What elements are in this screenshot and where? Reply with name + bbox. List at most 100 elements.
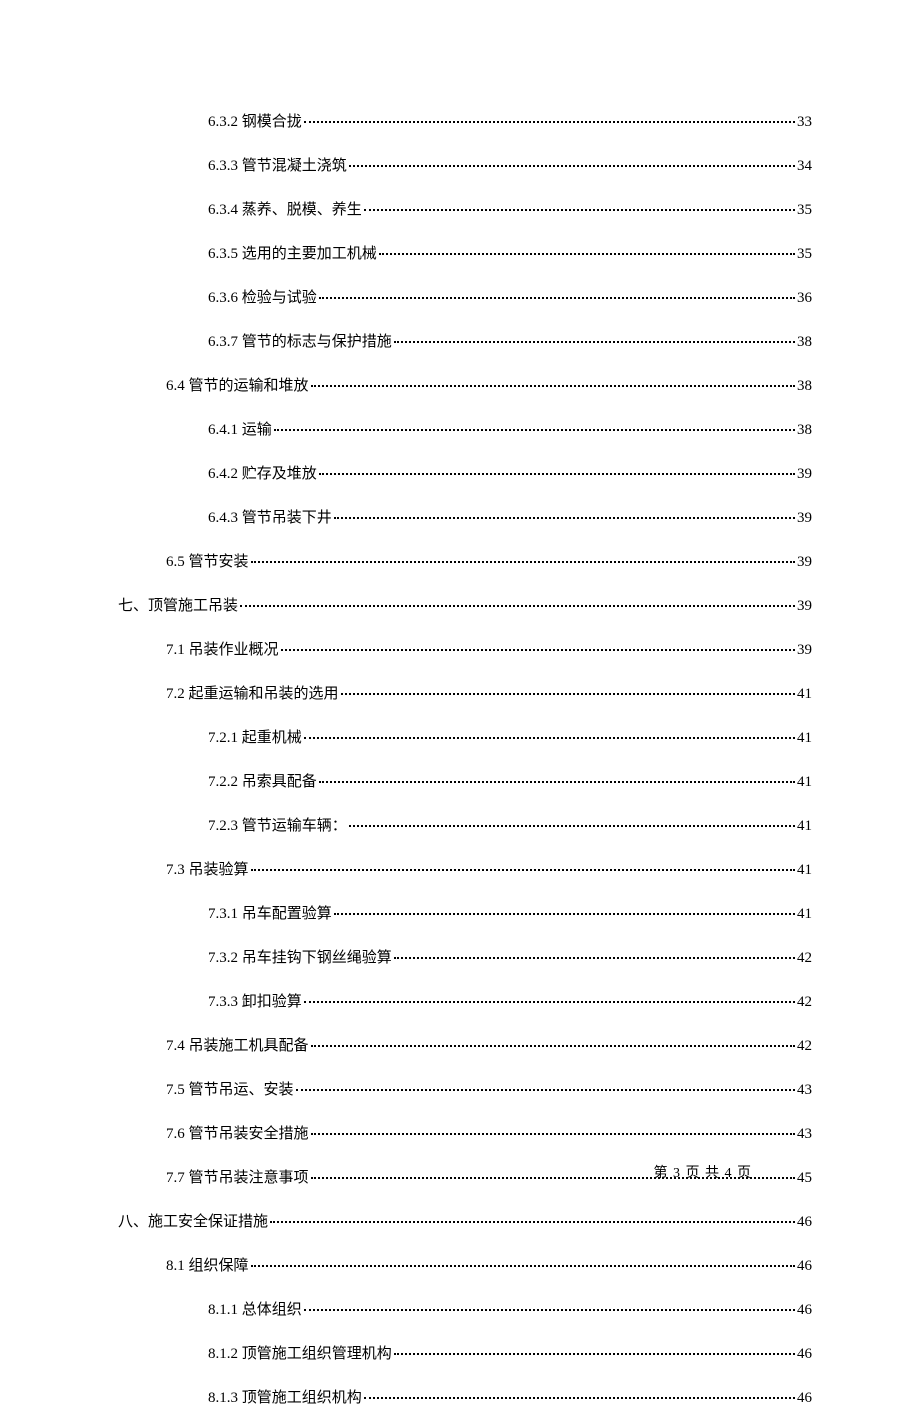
toc-entry: 6.3.4 蒸养、脱模、养生35 <box>118 198 812 219</box>
toc-entry: 八、施工安全保证措施 46 <box>118 1210 812 1231</box>
toc-page-number: 46 <box>797 1346 812 1363</box>
page-footer: 第 3 页 共 4 页 <box>654 1162 753 1182</box>
toc-page-number: 46 <box>797 1214 812 1231</box>
toc-page-number: 41 <box>797 686 812 703</box>
toc-label: 8.1.1 总体组织 <box>208 1298 302 1319</box>
toc-label: 6.3.6 检验与试验 <box>208 286 317 307</box>
toc-page-number: 46 <box>797 1390 812 1407</box>
toc-label: 6.4.2 贮存及堆放 <box>208 462 317 483</box>
toc-dots <box>251 1265 795 1267</box>
toc-entry: 6.4 管节的运输和堆放38 <box>118 374 812 395</box>
toc-entry: 8.1 组织保障 46 <box>118 1254 812 1275</box>
toc-page-number: 45 <box>797 1170 812 1187</box>
toc-entry: 6.3.3 管节混凝土浇筑 34 <box>118 154 812 175</box>
toc-dots <box>394 957 795 959</box>
toc-label: 七、顶管施工吊装 <box>118 594 238 615</box>
toc-dots <box>311 1045 795 1047</box>
toc-label: 6.3.3 管节混凝土浇筑 <box>208 154 347 175</box>
toc-container: 6.3.2 钢模合拢 33 6.3.3 管节混凝土浇筑 34 6.3.4 蒸养、脱模、养… <box>0 0 920 1407</box>
toc-dots <box>349 825 795 827</box>
toc-page-number: 39 <box>797 510 812 527</box>
toc-dots <box>334 517 795 519</box>
toc-dots <box>334 913 795 915</box>
toc-entry: 8.1.1 总体组织 46 <box>118 1298 812 1319</box>
toc-page-number: 34 <box>797 158 812 175</box>
toc-page-number: 42 <box>797 1038 812 1055</box>
toc-page-number: 41 <box>797 906 812 923</box>
toc-entry: 6.3.6 检验与试验 36 <box>118 286 812 307</box>
toc-page-number: 39 <box>797 598 812 615</box>
toc-label: 7.4 吊装施工机具配备 <box>166 1034 309 1055</box>
toc-label: 6.5 管节安装 <box>166 550 249 571</box>
toc-entry: 7.2.2 吊索具配备 41 <box>118 770 812 791</box>
toc-dots <box>296 1089 795 1091</box>
toc-page-number: 46 <box>797 1258 812 1275</box>
toc-label: 7.2.2 吊索具配备 <box>208 770 317 791</box>
toc-label: 7.3.2 吊车挂钩下钢丝绳验算 <box>208 946 392 967</box>
toc-dots <box>379 253 795 255</box>
toc-label: 6.3.2 钢模合拢 <box>208 110 302 131</box>
toc-dots <box>311 385 795 387</box>
toc-page-number: 39 <box>797 466 812 483</box>
toc-page-number: 38 <box>797 422 812 439</box>
toc-page-number: 35 <box>797 246 812 263</box>
toc-label: 6.4.3 管节吊装下井 <box>208 506 332 527</box>
toc-label: 6.4 管节的运输和堆放 <box>166 374 309 395</box>
toc-dots <box>364 1397 795 1399</box>
toc-dots <box>304 1309 795 1311</box>
toc-dots <box>319 781 795 783</box>
toc-page-number: 46 <box>797 1302 812 1319</box>
toc-entry: 6.3.5 选用的主要加工机械35 <box>118 242 812 263</box>
toc-label: 7.5 管节吊运、安装 <box>166 1078 294 1099</box>
toc-page-number: 41 <box>797 774 812 791</box>
toc-label: 7.3.3 卸扣验算 <box>208 990 302 1011</box>
toc-entry: 6.5 管节安装 39 <box>118 550 812 571</box>
toc-page-number: 33 <box>797 114 812 131</box>
toc-dots <box>304 121 795 123</box>
toc-entry: 7.2 起重运输和吊装的选用41 <box>118 682 812 703</box>
toc-dots <box>319 297 795 299</box>
toc-page-number: 39 <box>797 554 812 571</box>
toc-dots <box>311 1133 795 1135</box>
toc-entry: 7.2.1 起重机械41 <box>118 726 812 747</box>
toc-entry: 7.3.2 吊车挂钩下钢丝绳验算 42 <box>118 946 812 967</box>
toc-entry: 7.2.3 管节运输车辆： 41 <box>118 814 812 835</box>
toc-label: 7.6 管节吊装安全措施 <box>166 1122 309 1143</box>
toc-dots <box>319 473 795 475</box>
toc-entry: 6.3.7 管节的标志与保护措施 38 <box>118 330 812 351</box>
toc-page-number: 36 <box>797 290 812 307</box>
toc-entry: 7.4 吊装施工机具配备 42 <box>118 1034 812 1055</box>
toc-dots <box>274 429 795 431</box>
toc-page-number: 42 <box>797 950 812 967</box>
toc-dots <box>304 1001 795 1003</box>
toc-entry: 7.3.1 吊车配置验算41 <box>118 902 812 923</box>
toc-entry: 8.1.3 顶管施工组织机构 46 <box>118 1386 812 1407</box>
toc-label: 八、施工安全保证措施 <box>118 1210 268 1231</box>
toc-label: 8.1.2 顶管施工组织管理机构 <box>208 1342 392 1363</box>
toc-dots <box>364 209 795 211</box>
toc-dots <box>394 1353 795 1355</box>
toc-page-number: 41 <box>797 818 812 835</box>
toc-entry: 6.3.2 钢模合拢 33 <box>118 110 812 131</box>
toc-entry: 7.5 管节吊运、安装 43 <box>118 1078 812 1099</box>
toc-entry: 6.4.2 贮存及堆放 39 <box>118 462 812 483</box>
toc-page-number: 41 <box>797 862 812 879</box>
toc-entry: 七、顶管施工吊装 39 <box>118 594 812 615</box>
toc-label: 8.1.3 顶管施工组织机构 <box>208 1386 362 1407</box>
toc-page-number: 35 <box>797 202 812 219</box>
toc-dots <box>341 693 795 695</box>
toc-label: 7.2.1 起重机械 <box>208 726 302 747</box>
toc-label: 8.1 组织保障 <box>166 1254 249 1275</box>
toc-label: 7.2.3 管节运输车辆： <box>208 814 347 835</box>
toc-entry: 7.3.3 卸扣验算42 <box>118 990 812 1011</box>
toc-label: 7.3 吊装验算 <box>166 858 249 879</box>
toc-dots <box>349 165 795 167</box>
toc-label: 6.3.7 管节的标志与保护措施 <box>208 330 392 351</box>
toc-page-number: 38 <box>797 334 812 351</box>
toc-page-number: 39 <box>797 642 812 659</box>
toc-label: 6.4.1 运输 <box>208 418 272 439</box>
toc-page-number: 43 <box>797 1082 812 1099</box>
toc-dots <box>240 605 795 607</box>
toc-label: 7.1 吊装作业概况 <box>166 638 279 659</box>
toc-dots <box>270 1221 795 1223</box>
